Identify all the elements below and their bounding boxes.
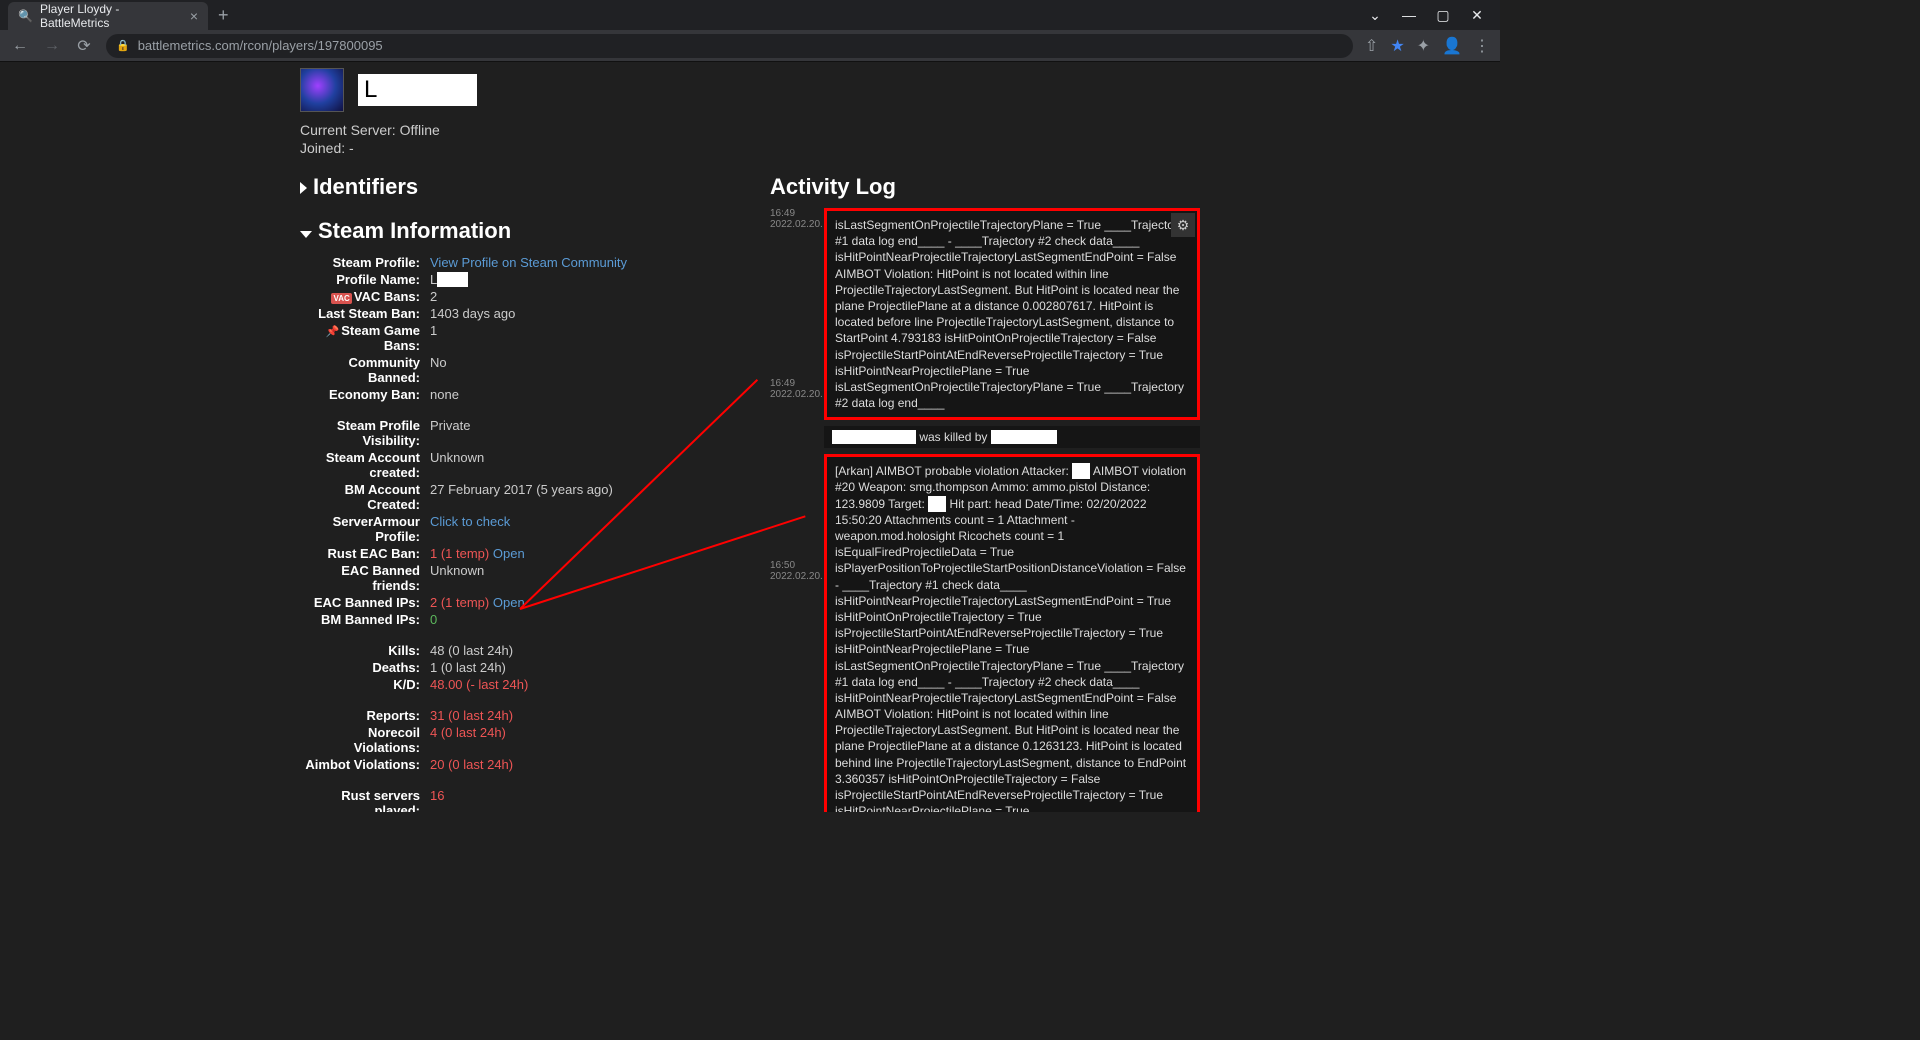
link-open-eac[interactable]: Open [493, 546, 525, 561]
val-profile-name: Lx [430, 272, 468, 287]
label-kd: K/D: [300, 677, 430, 692]
val-rust-eac: 1 (1 temp) Open [430, 546, 525, 561]
activity-log-header: Activity Log [770, 174, 1200, 200]
label-steam-profile: Steam Profile: [300, 255, 430, 270]
label-servers: Rust servers played: [300, 788, 430, 812]
val-deaths: 1 (0 last 24h) [430, 660, 506, 675]
val-visibility: Private [430, 418, 470, 448]
label-bm-ips: BM Banned IPs: [300, 612, 430, 627]
profile-icon[interactable]: 👤 [1442, 36, 1462, 56]
label-last-ban: Last Steam Ban: [300, 306, 430, 321]
label-reports: Reports: [300, 708, 430, 723]
label-eac-friends: EAC Banned friends: [300, 563, 430, 593]
val-game-bans: 1 [430, 323, 437, 353]
val-steam-created: Unknown [430, 450, 484, 480]
val-eac-ips: 2 (1 temp) Open [430, 595, 525, 610]
label-kills: Kills: [300, 643, 430, 658]
val-norecoil: 4 (0 last 24h) [430, 725, 506, 755]
url-input[interactable]: 🔒 battlemetrics.com/rcon/players/1978000… [106, 34, 1353, 58]
close-window-button[interactable]: ✕ [1462, 3, 1492, 27]
bookmark-star-icon[interactable]: ★ [1390, 36, 1404, 56]
joined-line: Joined: - [300, 140, 1200, 156]
log-entry-2[interactable]: [Arkan] AIMBOT probable violation Attack… [824, 454, 1200, 812]
label-profile-name: Profile Name: [300, 272, 430, 287]
label-sa-profile: ServerArmour Profile: [300, 514, 430, 544]
link-steam-profile[interactable]: View Profile on Steam Community [430, 255, 627, 270]
gear-icon[interactable]: ⚙ [1171, 213, 1195, 237]
label-community: Community Banned: [300, 355, 430, 385]
window-titlebar: 🔍 Player Lloydy - BattleMetrics × + ⌄ — … [0, 0, 1500, 30]
tab-favicon: 🔍 [18, 9, 32, 23]
reload-button[interactable]: ⟳ [74, 36, 94, 56]
val-economy: none [430, 387, 459, 402]
link-sa-profile[interactable]: Click to check [430, 514, 510, 544]
identifiers-header[interactable]: Identifiers [300, 174, 730, 200]
player-name: Lxx [358, 74, 477, 106]
url-text: battlemetrics.com/rcon/players/197800095 [138, 38, 383, 53]
minimize-button[interactable]: — [1394, 3, 1424, 27]
label-game-bans: 📌Steam Game Bans: [300, 323, 430, 353]
maximize-button[interactable]: ▢ [1428, 3, 1458, 27]
label-aimbot: Aimbot Violations: [300, 757, 430, 772]
label-bm-created: BM Account Created: [300, 482, 430, 512]
log-text-1: isLastSegmentOnProjectileTrajectoryPlane… [835, 218, 1184, 410]
dropdown-icon[interactable]: ⌄ [1360, 3, 1390, 27]
vac-icon: VAC [331, 293, 351, 304]
label-economy: Economy Ban: [300, 387, 430, 402]
tab-title: Player Lloydy - BattleMetrics [40, 2, 182, 30]
label-rust-eac: Rust EAC Ban: [300, 546, 430, 561]
val-servers: 16 [430, 788, 444, 812]
extensions-icon[interactable]: ✦ [1417, 36, 1430, 56]
kill-text: was killed by [919, 430, 987, 444]
log-entry-kill[interactable]: xxxxxx was killed by xxx [824, 426, 1200, 448]
steam-info-grid: Steam Profile:View Profile on Steam Comm… [300, 254, 730, 812]
val-aimbot: 20 (0 last 24h) [430, 757, 513, 772]
tab-close-icon[interactable]: × [190, 8, 198, 24]
browser-tab[interactable]: 🔍 Player Lloydy - BattleMetrics × [8, 2, 208, 30]
val-bm-ips: 0 [430, 612, 437, 627]
val-eac-friends: Unknown [430, 563, 484, 593]
steam-info-header[interactable]: Steam Information [300, 218, 730, 244]
val-community: No [430, 355, 447, 385]
page-viewport[interactable]: Lxx Current Server: Offline Joined: - Id… [0, 62, 1500, 812]
label-deaths: Deaths: [300, 660, 430, 675]
log-timestamps: 16:49 2022.02.20. 16:49 2022.02.20. 16:5… [770, 208, 818, 812]
player-header: Lxx [300, 68, 1200, 112]
lock-icon: 🔒 [116, 39, 130, 52]
link-open-ips[interactable]: Open [493, 595, 525, 610]
val-last-ban: 1403 days ago [430, 306, 515, 321]
address-bar: ← → ⟳ 🔒 battlemetrics.com/rcon/players/1… [0, 30, 1500, 62]
current-server-line: Current Server: Offline [300, 122, 1200, 138]
menu-icon[interactable]: ⋮ [1474, 36, 1490, 56]
log-text-2: Hit part: head Date/Time: 02/20/2022 15:… [835, 497, 1186, 812]
val-kd: 48.00 (- last 24h) [430, 677, 528, 692]
forward-button[interactable]: → [42, 37, 62, 55]
label-visibility: Steam Profile Visibility: [300, 418, 430, 448]
val-kills: 48 (0 last 24h) [430, 643, 513, 658]
window-controls: ⌄ — ▢ ✕ [1360, 3, 1492, 27]
label-vac-bans: VACVAC Bans: [300, 289, 430, 304]
label-steam-created: Steam Account created: [300, 450, 430, 480]
player-avatar[interactable] [300, 68, 344, 112]
label-eac-ips: EAC Banned IPs: [300, 595, 430, 610]
val-bm-created: 27 February 2017 (5 years ago) [430, 482, 613, 512]
back-button[interactable]: ← [10, 37, 30, 55]
new-tab-button[interactable]: + [208, 5, 239, 26]
share-icon[interactable]: ⇧ [1365, 36, 1378, 56]
pin-icon: 📌 [326, 326, 340, 338]
val-vac-bans: 2 [430, 289, 437, 304]
label-norecoil: Norecoil Violations: [300, 725, 430, 755]
log-entry-1[interactable]: ⚙ isLastSegmentOnProjectileTrajectoryPla… [824, 208, 1200, 420]
val-reports: 31 (0 last 24h) [430, 708, 513, 723]
